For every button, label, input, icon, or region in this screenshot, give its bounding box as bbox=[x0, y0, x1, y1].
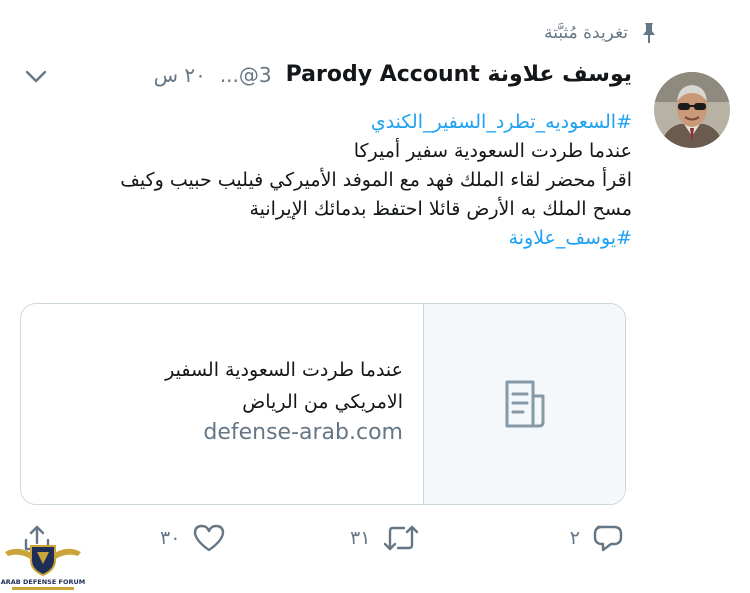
tweet-time[interactable]: ٢٠ س bbox=[154, 63, 206, 87]
retweet-icon bbox=[384, 525, 419, 551]
reply-button[interactable]: ٢ bbox=[570, 523, 624, 553]
svg-text:ARAB DEFENSE FORUM: ARAB DEFENSE FORUM bbox=[1, 578, 86, 586]
like-button[interactable]: ٣٠ bbox=[160, 523, 226, 553]
heart-icon bbox=[194, 524, 225, 552]
forum-watermark-logo: ARAB DEFENSE FORUM bbox=[1, 545, 86, 590]
tweet-text-line: مسح الملك به الأرض قائلا احتفظ بدمائك ال… bbox=[249, 198, 632, 220]
display-name[interactable]: يوسف علاونة Parody Account bbox=[286, 62, 632, 87]
chevron-down-icon[interactable] bbox=[24, 68, 48, 86]
reply-icon bbox=[593, 525, 623, 552]
pin-icon bbox=[643, 23, 655, 43]
tweet-text: #السعوديه_تطرد_السفير_الكندي عندما طردت … bbox=[22, 108, 632, 253]
reply-count: ٢ bbox=[569, 527, 580, 549]
avatar[interactable] bbox=[654, 72, 730, 148]
card-title-line: الامريكي من الرياض bbox=[242, 391, 403, 413]
card-thumbnail bbox=[423, 304, 625, 504]
hashtag-link[interactable]: #السعوديه_تطرد_السفير_الكندي bbox=[22, 108, 632, 137]
pinned-indicator: تغريدة مُثبَّتة bbox=[544, 22, 658, 44]
card-text: عندما طردت السعودية السفير الامريكي من ا… bbox=[43, 354, 403, 445]
user-handle[interactable]: ...@3 bbox=[220, 63, 272, 87]
like-count: ٣٠ bbox=[160, 527, 181, 549]
tweet-actions: ٢ ٣١ ٣٠ bbox=[0, 523, 750, 567]
tweet-text-line: عندما طردت السعودية سفير أميركا bbox=[353, 140, 632, 162]
hashtag-link[interactable]: #يوسف_علاونة bbox=[22, 224, 632, 253]
tweet-text-line: اقرأ محضر لقاء الملك فهد مع الموفد الأمي… bbox=[120, 169, 632, 191]
tweet-header: يوسف علاونة Parody Account ...@3 ٢٠ س bbox=[154, 62, 632, 87]
link-card[interactable]: عندما طردت السعودية السفير الامريكي من ا… bbox=[20, 303, 626, 505]
document-icon bbox=[505, 380, 544, 428]
card-title-line: عندما طردت السعودية السفير bbox=[165, 359, 403, 381]
pinned-label: تغريدة مُثبَّتة bbox=[544, 23, 628, 43]
retweet-button[interactable]: ٣١ bbox=[350, 523, 420, 553]
card-domain: defense-arab.com bbox=[203, 420, 403, 445]
retweet-count: ٣١ bbox=[350, 527, 371, 549]
